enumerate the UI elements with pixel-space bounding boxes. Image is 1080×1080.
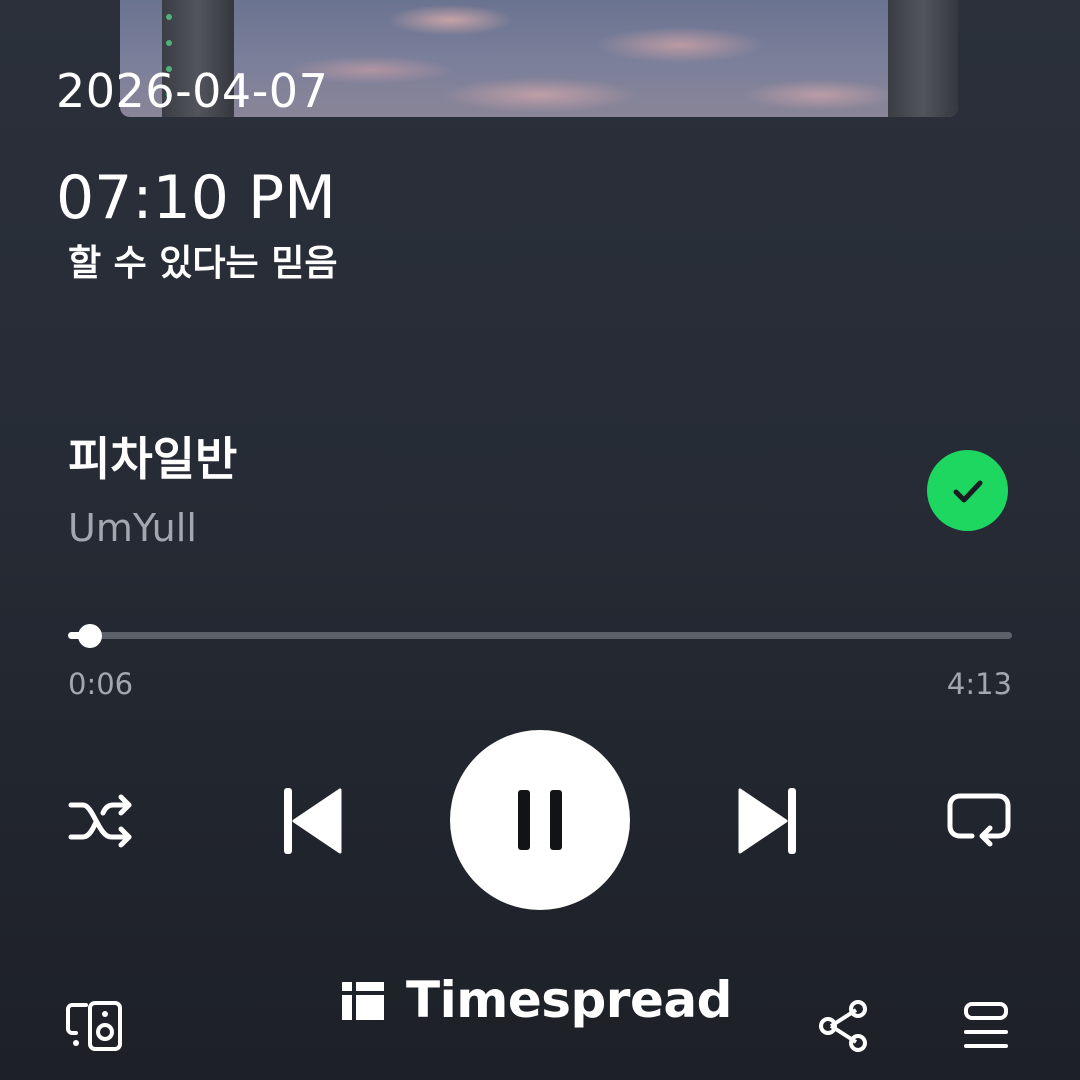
queue-button[interactable]: [956, 996, 1016, 1056]
brand-name: Timespread: [406, 971, 732, 1029]
devices-button[interactable]: [62, 996, 128, 1056]
shuffle-icon: [68, 794, 132, 848]
shuffle-button[interactable]: [64, 788, 140, 854]
brand-logo-icon: [340, 978, 386, 1022]
pause-icon: [518, 790, 562, 850]
progress-bar[interactable]: [68, 624, 1012, 648]
album-art-tower: [888, 0, 958, 117]
next-button[interactable]: [728, 780, 808, 862]
queue-icon: [964, 1002, 1008, 1048]
connect-device-icon: [66, 1001, 122, 1051]
previous-button[interactable]: [272, 780, 352, 862]
elapsed-time: 0:06: [68, 667, 134, 701]
progress-handle[interactable]: [78, 624, 103, 648]
track-artist[interactable]: UmYull: [68, 503, 197, 553]
liked-button[interactable]: [927, 450, 1008, 531]
date-label: 2026-04-07: [56, 64, 329, 118]
skip-next-icon: [738, 788, 796, 854]
total-duration: 4:13: [946, 667, 1012, 701]
brand-logo: Timespread: [340, 970, 732, 1030]
pause-button[interactable]: [450, 730, 630, 910]
share-button[interactable]: [814, 996, 874, 1056]
caption-label: 할 수 있다는 믿음: [68, 243, 338, 284]
repeat-button[interactable]: [942, 788, 1016, 854]
check-icon: [953, 480, 982, 502]
track-title[interactable]: 피차일반: [68, 428, 237, 490]
share-icon: [819, 1000, 867, 1052]
time-label: 07:10 PM: [56, 163, 336, 233]
repeat-icon: [947, 793, 1011, 847]
skip-previous-icon: [284, 788, 342, 854]
